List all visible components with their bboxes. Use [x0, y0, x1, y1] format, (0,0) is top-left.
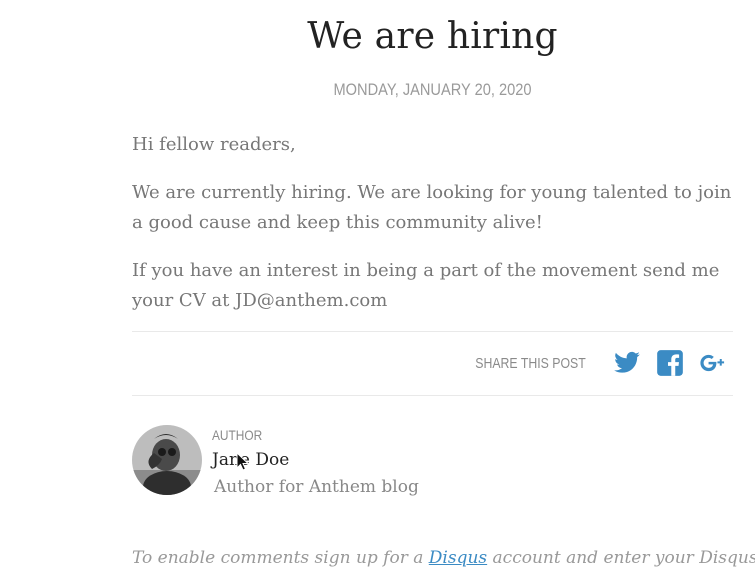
- divider: [132, 331, 733, 332]
- facebook-icon[interactable]: [656, 349, 684, 377]
- comments-notice: To enable comments sign up for a Disqus …: [132, 548, 755, 568]
- avatar[interactable]: [132, 425, 202, 495]
- twitter-icon[interactable]: [613, 349, 641, 377]
- post-paragraph: Hi fellow readers,: [132, 134, 296, 155]
- post-title: We are hiring: [307, 16, 558, 57]
- post-content: Hi fellow readers, We are currently hiri…: [132, 130, 733, 334]
- share-bar: SHARE THIS POST: [451, 348, 727, 378]
- divider: [132, 395, 733, 396]
- author-name[interactable]: Jane Doe: [212, 450, 289, 470]
- share-label: SHARE THIS POST: [475, 354, 586, 372]
- author-box: AUTHOR Jane Doe Author for Anthem blog: [132, 425, 733, 497]
- comments-suffix: account and enter your Disqus: [487, 548, 755, 568]
- author-label: AUTHOR: [212, 427, 263, 443]
- post-paragraph: We are currently hiring. We are looking …: [132, 182, 732, 233]
- post-paragraph: If you have an interest in being a part …: [132, 260, 720, 311]
- post-date: MONDAY, JANUARY 20, 2020: [333, 80, 532, 99]
- google-plus-icon[interactable]: [699, 349, 727, 377]
- mouse-cursor-icon: [236, 452, 250, 471]
- author-bio: Author for Anthem blog: [214, 477, 419, 497]
- disqus-link[interactable]: Disqus: [429, 548, 487, 568]
- comments-prefix: To enable comments sign up for a: [132, 548, 429, 568]
